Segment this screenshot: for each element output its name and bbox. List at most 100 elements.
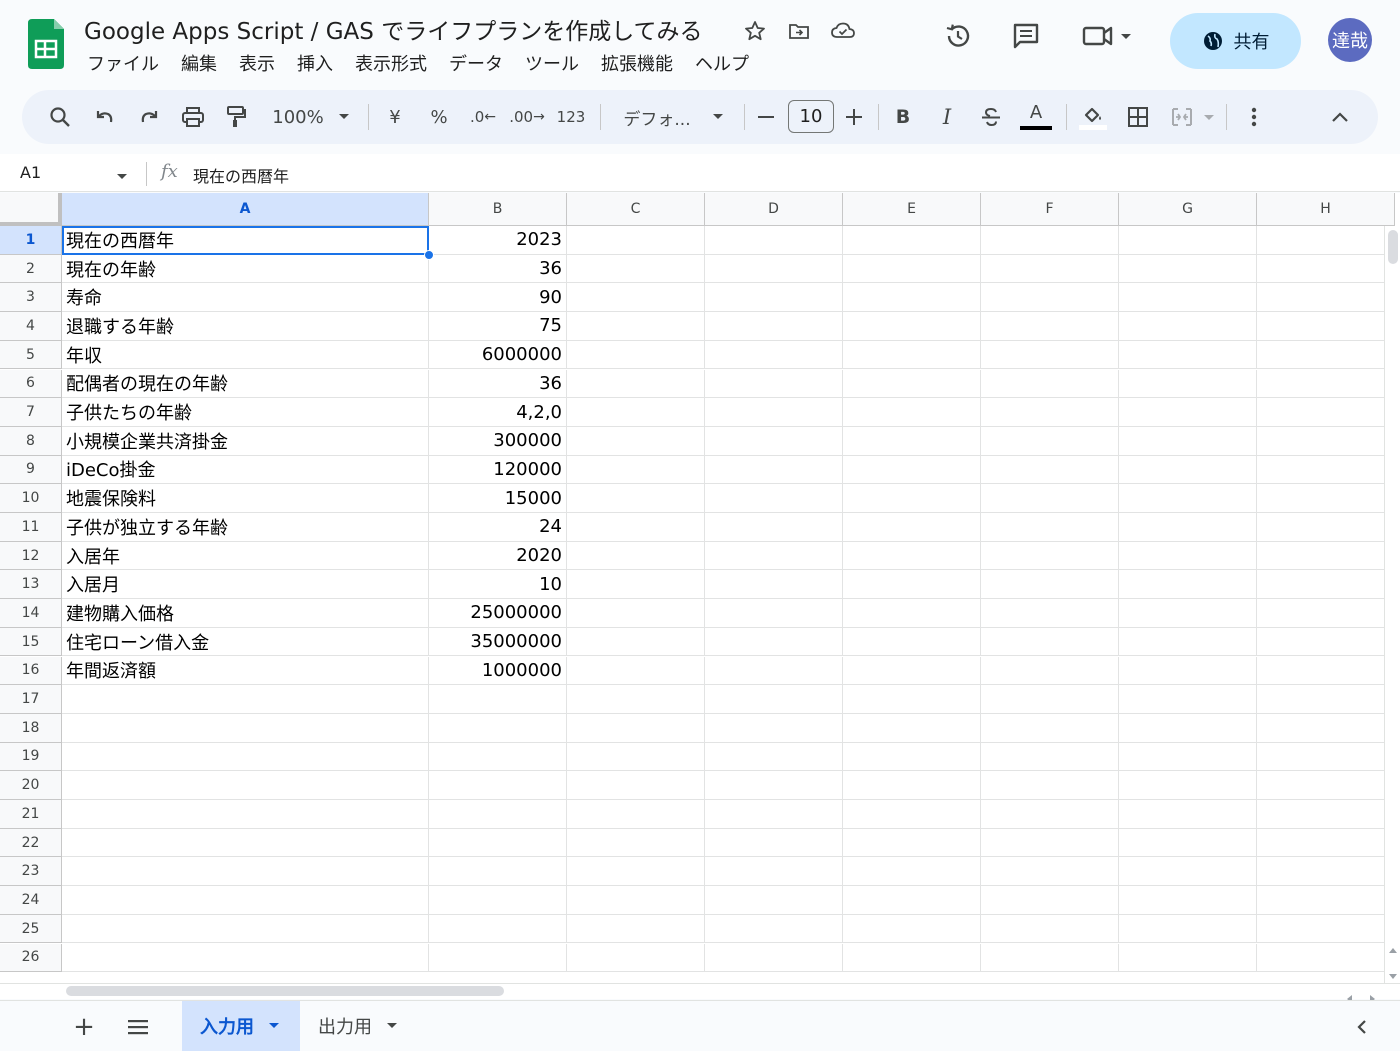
cell-d1[interactable] (705, 226, 843, 255)
cell-e8[interactable] (843, 426, 981, 456)
cell-d24[interactable] (705, 886, 843, 915)
cell-d26[interactable] (705, 943, 843, 973)
cell-f10[interactable] (981, 484, 1119, 513)
cell-f4[interactable] (981, 312, 1119, 341)
cell-a16[interactable]: 年間返済額 (62, 656, 429, 686)
row-header-5[interactable]: 5 (0, 340, 62, 370)
cell-c26[interactable] (567, 943, 705, 973)
cell-b23[interactable] (429, 857, 567, 887)
sheet-tab-input[interactable]: 入力用 (182, 1001, 300, 1051)
cell-f24[interactable] (981, 886, 1119, 915)
cell-f26[interactable] (981, 943, 1119, 973)
collapse-toolbar-chevron-up-icon[interactable] (1326, 90, 1354, 144)
cell-e10[interactable] (843, 484, 981, 513)
cell-d10[interactable] (705, 484, 843, 513)
cell-g21[interactable] (1119, 800, 1257, 829)
cell-g10[interactable] (1119, 484, 1257, 513)
row-header-26[interactable]: 26 (0, 943, 62, 973)
cell-b7[interactable]: 4,2,0 (429, 398, 567, 427)
cell-e9[interactable] (843, 455, 981, 485)
cell-a9[interactable]: iDeCo掛金 (62, 455, 429, 485)
cell-b17[interactable] (429, 685, 567, 714)
cell-e14[interactable] (843, 599, 981, 628)
cell-g8[interactable] (1119, 426, 1257, 456)
avatar[interactable]: 達哉 (1328, 18, 1372, 62)
cell-a20[interactable] (62, 771, 429, 800)
cell-c3[interactable] (567, 283, 705, 313)
cell-c24[interactable] (567, 886, 705, 915)
cell-h2[interactable] (1257, 254, 1395, 284)
font-chevron-down-icon[interactable] (708, 90, 728, 144)
menu-view[interactable]: 表示 (228, 52, 286, 78)
cell-f25[interactable] (981, 914, 1119, 944)
cell-g11[interactable] (1119, 513, 1257, 542)
cell-c2[interactable] (567, 254, 705, 284)
row-header-24[interactable]: 24 (0, 886, 62, 915)
column-header-d[interactable]: D (705, 193, 843, 226)
menu-edit[interactable]: 編集 (170, 52, 228, 78)
cell-a18[interactable] (62, 713, 429, 743)
cell-g6[interactable] (1119, 369, 1257, 399)
cell-b11[interactable]: 24 (429, 513, 567, 542)
cell-e11[interactable] (843, 513, 981, 542)
paint-format-icon[interactable] (222, 90, 250, 144)
cell-e24[interactable] (843, 886, 981, 915)
cell-e25[interactable] (843, 914, 981, 944)
cell-a13[interactable]: 入居月 (62, 570, 429, 600)
text-color-button[interactable]: A (1020, 90, 1052, 144)
cell-h4[interactable] (1257, 312, 1395, 341)
print-icon[interactable] (178, 90, 208, 144)
cell-c22[interactable] (567, 828, 705, 858)
cell-c7[interactable] (567, 398, 705, 427)
cell-f13[interactable] (981, 570, 1119, 600)
cell-h18[interactable] (1257, 713, 1395, 743)
row-header-16[interactable]: 16 (0, 656, 62, 686)
cell-g13[interactable] (1119, 570, 1257, 600)
share-button[interactable]: 共有 (1170, 13, 1301, 69)
cell-c12[interactable] (567, 541, 705, 571)
menu-format[interactable]: 表示形式 (344, 52, 438, 78)
cell-g14[interactable] (1119, 599, 1257, 628)
cell-c19[interactable] (567, 742, 705, 772)
formula-input[interactable]: 現在の西暦年 (193, 163, 289, 187)
cell-e21[interactable] (843, 800, 981, 829)
row-header-22[interactable]: 22 (0, 828, 62, 858)
cell-e5[interactable] (843, 340, 981, 370)
menu-tools[interactable]: ツール (514, 52, 590, 78)
cell-f22[interactable] (981, 828, 1119, 858)
cell-g5[interactable] (1119, 340, 1257, 370)
cell-h10[interactable] (1257, 484, 1395, 513)
cell-g18[interactable] (1119, 713, 1257, 743)
cell-c25[interactable] (567, 914, 705, 944)
cell-c9[interactable] (567, 455, 705, 485)
cell-f7[interactable] (981, 398, 1119, 427)
decrease-decimal-button[interactable]: .0 ← (468, 90, 498, 144)
row-header-12[interactable]: 12 (0, 541, 62, 571)
cell-a14[interactable]: 建物購入価格 (62, 599, 429, 628)
cell-b22[interactable] (429, 828, 567, 858)
cell-b12[interactable]: 2020 (429, 541, 567, 571)
cell-g9[interactable] (1119, 455, 1257, 485)
menu-insert[interactable]: 挿入 (286, 52, 344, 78)
cell-c14[interactable] (567, 599, 705, 628)
horizontal-scrollbar-thumb[interactable] (66, 986, 504, 996)
row-header-17[interactable]: 17 (0, 685, 62, 714)
row-header-2[interactable]: 2 (0, 254, 62, 284)
cell-g26[interactable] (1119, 943, 1257, 973)
cell-a21[interactable] (62, 800, 429, 829)
cell-d3[interactable] (705, 283, 843, 313)
cell-h13[interactable] (1257, 570, 1395, 600)
cell-e12[interactable] (843, 541, 981, 571)
cell-a17[interactable] (62, 685, 429, 714)
cell-b18[interactable] (429, 713, 567, 743)
cell-h16[interactable] (1257, 656, 1395, 686)
cell-f18[interactable] (981, 713, 1119, 743)
cell-a5[interactable]: 年収 (62, 340, 429, 370)
menu-data[interactable]: データ (438, 52, 514, 78)
cell-g24[interactable] (1119, 886, 1257, 915)
cell-b13[interactable]: 10 (429, 570, 567, 600)
cell-d19[interactable] (705, 742, 843, 772)
cell-d9[interactable] (705, 455, 843, 485)
cell-h7[interactable] (1257, 398, 1395, 427)
row-header-18[interactable]: 18 (0, 713, 62, 743)
